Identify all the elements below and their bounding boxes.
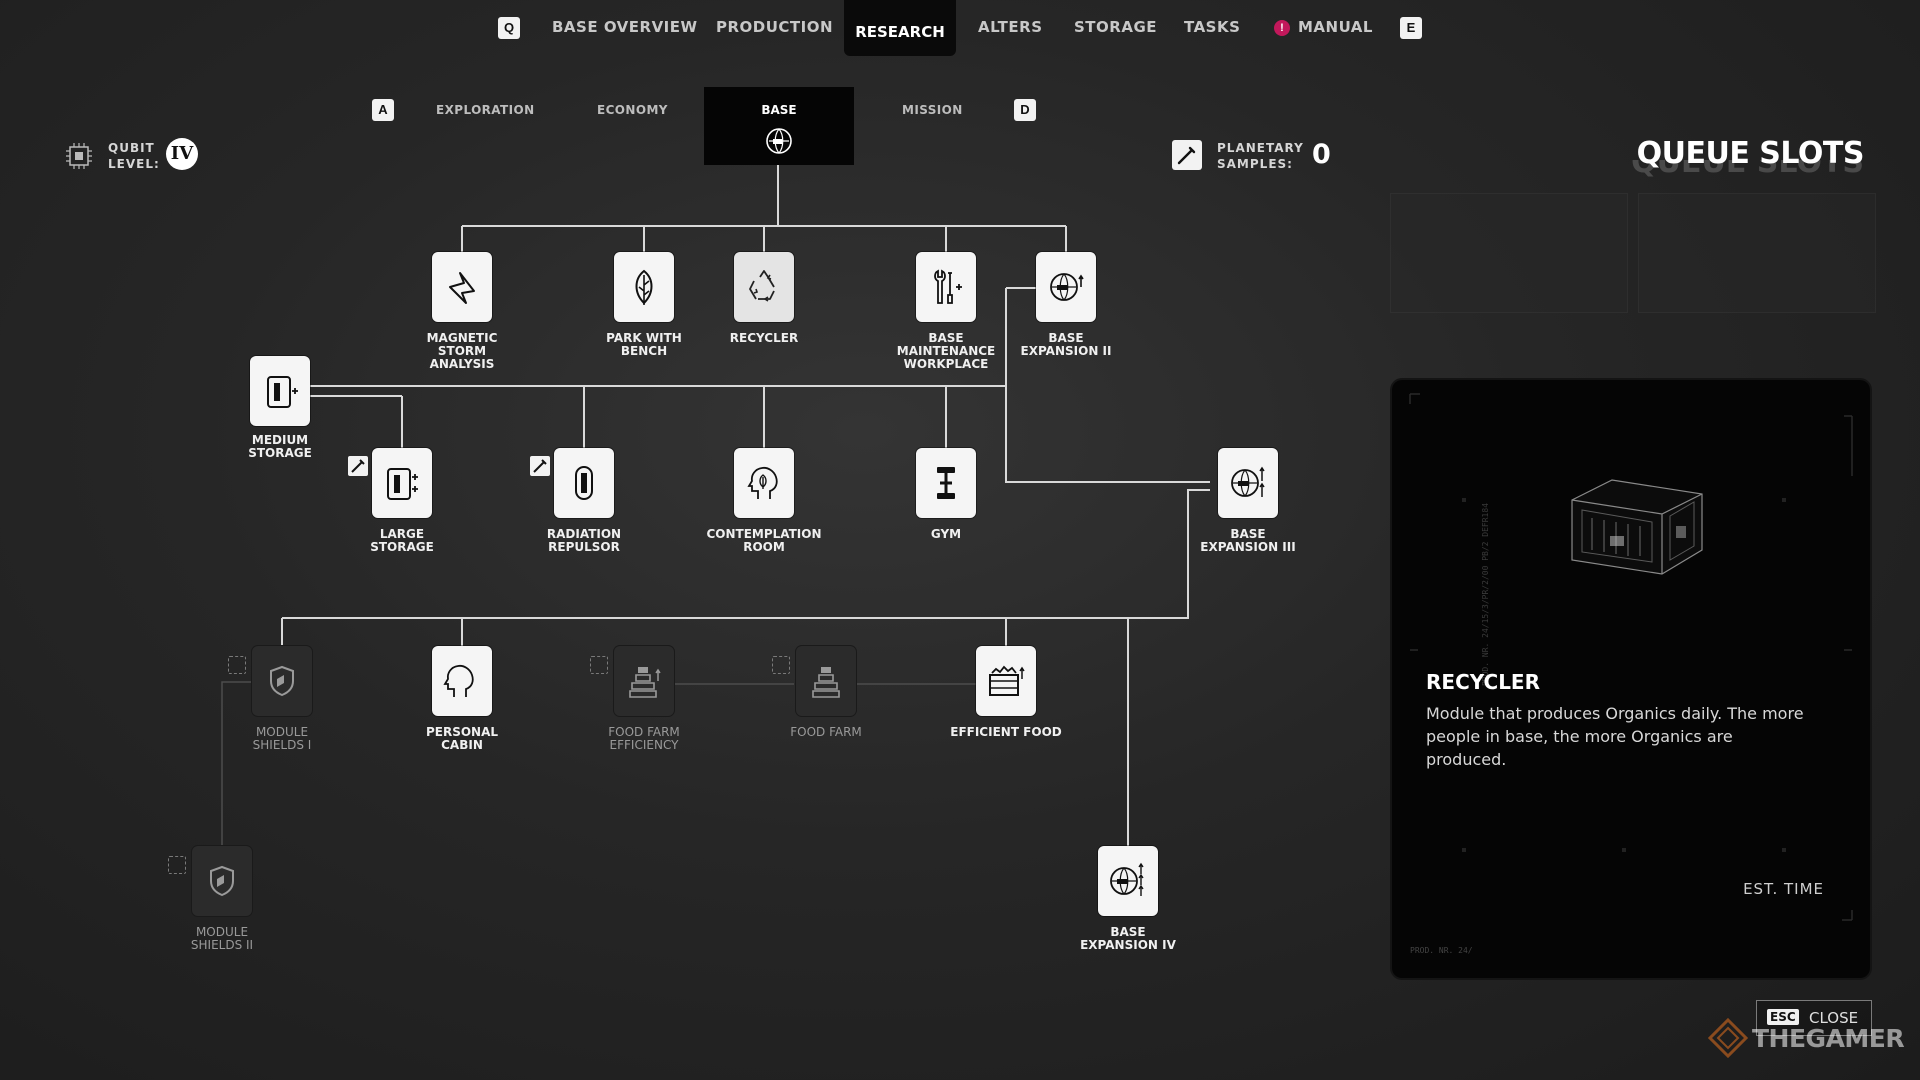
label-line: EFFICIENT FOOD (950, 725, 1062, 739)
research-node-base-expansion-iv[interactable] (1098, 846, 1158, 916)
label-line: FOOD FARM (790, 725, 862, 739)
research-node-label: RADIATION REPULSOR (514, 528, 654, 554)
research-node-label: EFFICIENT FOOD (936, 726, 1076, 739)
leaf-icon (635, 269, 653, 305)
thegamer-logo-icon (1708, 1018, 1748, 1058)
farm-icon (812, 667, 840, 698)
label-line: STORAGE (248, 446, 312, 460)
research-node-label: LARGE STORAGE (332, 528, 472, 554)
research-node-label: PARK WITH BENCH (574, 332, 714, 358)
research-node-label: RECYCLER (694, 332, 834, 345)
research-node-module-shields-ii[interactable] (192, 846, 252, 916)
research-node-food-farm-efficiency[interactable] (614, 646, 674, 716)
label-line: CABIN (441, 738, 483, 752)
label-line: SHIELDS II (190, 938, 254, 952)
label-line: WORKPLACE (903, 357, 989, 371)
esc-key-hint: ESC (1767, 1009, 1799, 1025)
detail-description: Module that produces Organics daily. The… (1426, 704, 1804, 769)
label-line: EFFICIENCY (609, 738, 679, 752)
research-node-medium-storage[interactable] (250, 356, 310, 426)
research-node-base-expansion-ii[interactable] (1036, 252, 1096, 322)
research-node-food-farm[interactable] (796, 646, 856, 716)
label-line: BENCH (620, 344, 668, 358)
shield-icon (210, 865, 234, 897)
research-node-label: BASE MAINTENANCE WORKPLACE (876, 332, 1016, 371)
research-node-label: FOOD FARM EFFICIENCY (574, 726, 714, 752)
research-node-efficient-food[interactable] (976, 646, 1036, 716)
detail-est-time: EST. TIME (1743, 880, 1824, 898)
label-line: EXPANSION III (1200, 540, 1296, 554)
research-detail-panel: PROD. NR. 24/15/3/PR/2/00 PB/2 DEFR184 R… (1392, 380, 1870, 978)
wrench-screwdriver-icon (934, 269, 962, 304)
label-line: STORAGE (370, 540, 434, 554)
base-expansion-icon (1231, 466, 1265, 497)
research-node-gym[interactable] (916, 448, 976, 518)
research-node-label: FOOD FARM (756, 726, 896, 739)
research-node-label: GYM (876, 528, 1016, 541)
research-node-label: BASE EXPANSION III (1178, 528, 1318, 554)
shield-icon (270, 665, 294, 697)
capsule-icon (575, 466, 593, 500)
research-node-label: MEDIUM STORAGE (210, 434, 350, 460)
recycler-module-image (1571, 479, 1703, 575)
research-node-label: PERSONAL CABIN (392, 726, 532, 752)
head-leaf-icon (747, 466, 778, 499)
research-node-label: MAGNETIC STORM ANALYSIS (392, 332, 532, 371)
recycle-icon (749, 270, 775, 302)
label-line: RECYCLER (729, 331, 799, 345)
research-node-base-expansion-iii[interactable] (1218, 448, 1278, 518)
research-node-label: BASE EXPANSION IV (1058, 926, 1198, 952)
thegamer-watermark: THEGAMER (1752, 1024, 1905, 1053)
farm-icon (629, 667, 661, 698)
research-node-contemplation-room[interactable] (734, 448, 794, 518)
storage-icon (267, 376, 298, 408)
research-node-park-with-bench[interactable] (614, 252, 674, 322)
research-node-module-shields-i[interactable] (252, 646, 312, 716)
research-node-label: MODULE SHIELDS II (152, 926, 292, 952)
research-node-label: MODULE SHIELDS I (212, 726, 352, 752)
label-line: ANALYSIS (429, 357, 495, 371)
queue-checkbox[interactable] (590, 656, 608, 674)
pencil-icon (530, 456, 550, 476)
label-line: REPULSOR (548, 540, 620, 554)
food-crate-icon (989, 665, 1025, 696)
label-line: GYM (930, 527, 962, 541)
dumbbell-icon (937, 467, 955, 499)
research-node-recycler[interactable] (734, 252, 794, 322)
label-line: EXPANSION II (1020, 344, 1112, 358)
bolt-burst-icon (449, 272, 475, 304)
research-node-label: CONTEMPLATION ROOM (694, 528, 834, 554)
research-node-label: BASE EXPANSION II (996, 332, 1136, 358)
base-expansion-icon (1110, 862, 1144, 896)
research-node-radiation-repulsor[interactable] (554, 448, 614, 518)
research-node-magnetic-storm-analysis[interactable] (432, 252, 492, 322)
label-line: EXPANSION IV (1080, 938, 1176, 952)
base-expansion-icon (1050, 273, 1084, 301)
queue-checkbox[interactable] (772, 656, 790, 674)
panel-prod-text: PROD. NR. 24/ (1410, 946, 1473, 955)
research-node-large-storage[interactable] (372, 448, 432, 518)
research-node-personal-cabin[interactable] (432, 646, 492, 716)
detail-title: RECYCLER (1426, 670, 1540, 694)
panel-serial-text: PROD. NR. 24/15/3/PR/2/00 PB/2 DEFR184 (1481, 502, 1491, 687)
pencil-icon (348, 456, 368, 476)
research-node-base-maintenance-workplace[interactable] (916, 252, 976, 322)
head-profile-icon (443, 664, 474, 697)
storage-icon (387, 468, 418, 500)
queue-checkbox[interactable] (228, 656, 246, 674)
label-line: ROOM (743, 540, 785, 554)
label-line: SHIELDS I (252, 738, 312, 752)
queue-checkbox[interactable] (168, 856, 186, 874)
